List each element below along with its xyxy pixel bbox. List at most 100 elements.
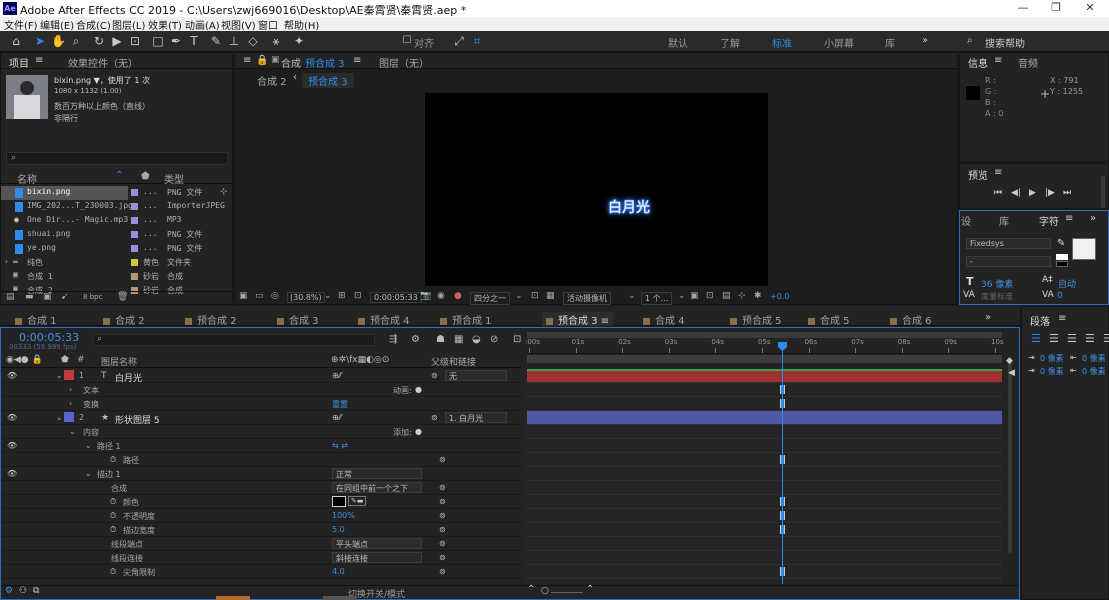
folder-expand-icon[interactable]: › bbox=[4, 257, 9, 266]
lock-icon[interactable]: 🔒 bbox=[256, 55, 268, 66]
expand-icon[interactable]: › bbox=[69, 385, 72, 394]
property-row[interactable]: ⏱ 不透明度 100% ⊚ bbox=[1, 509, 521, 523]
timeline-tab[interactable]: 合成 2 bbox=[103, 312, 145, 327]
project-item[interactable]: shuai.png... PNG 文件 bbox=[1, 228, 231, 242]
magnification-dropdown[interactable]: (30.8%) bbox=[287, 292, 325, 303]
render-icon[interactable]: ➹ bbox=[61, 292, 69, 302]
puppet-tool-icon[interactable]: ✦ bbox=[292, 34, 306, 48]
flowchart-icon[interactable]: ⊹ bbox=[220, 187, 228, 197]
minimize-icon[interactable]: — bbox=[1016, 1, 1030, 14]
zoom-in-icon[interactable]: ⌃ bbox=[586, 584, 594, 595]
pickwhip-icon[interactable]: ⊚ bbox=[431, 371, 438, 380]
timeline-tab[interactable]: 预合成 2 bbox=[185, 312, 237, 327]
layer-row[interactable]: 👁 ⌄ 1 T 白月光 ⊕⁄⁄ ⊚ 无 bbox=[1, 369, 521, 384]
resolution-dropdown[interactable]: 四分之一 bbox=[470, 292, 510, 305]
grid-toggle-icon[interactable]: ⊡ bbox=[354, 291, 362, 301]
justify-left-icon[interactable]: ☰ bbox=[1085, 332, 1095, 345]
visibility-eye-icon[interactable]: 👁 bbox=[7, 371, 17, 380]
camera-dropdown[interactable]: 活动摄像机 bbox=[563, 292, 611, 305]
project-item[interactable]: › ▬ 纯色 黄色 文件夹 bbox=[1, 256, 231, 270]
project-search-input[interactable]: ⌕ bbox=[6, 152, 228, 165]
label-color-swatch[interactable] bbox=[131, 203, 138, 210]
dropdown-arrow-icon[interactable]: ⌄ bbox=[678, 291, 686, 301]
panel-overflow-icon[interactable]: » bbox=[1090, 213, 1096, 224]
dropdown-arrow-icon[interactable]: ⌄ bbox=[515, 291, 523, 301]
font-family-dropdown[interactable]: Fixedsys bbox=[966, 238, 1051, 249]
stroke-color-swatch[interactable] bbox=[332, 496, 346, 507]
align-center-icon[interactable]: ☰ bbox=[1049, 332, 1059, 345]
reset-link[interactable]: 重置 bbox=[332, 399, 348, 410]
tab-effect-controls[interactable]: 效果控件（无） bbox=[68, 55, 138, 70]
keyframe-marker[interactable] bbox=[780, 511, 785, 520]
timeline-tab[interactable]: 合成 3 bbox=[277, 312, 319, 327]
search-help-input[interactable]: 搜索帮助 bbox=[985, 35, 1025, 50]
in-out-toggle-icon[interactable]: ⧉ bbox=[33, 586, 39, 596]
next-frame-icon[interactable]: |▶ bbox=[1045, 188, 1055, 198]
more-workspaces-icon[interactable]: » bbox=[922, 35, 928, 46]
play-icon[interactable]: ▶ bbox=[1029, 188, 1036, 198]
visibility-eye-icon[interactable]: 👁 bbox=[7, 413, 17, 422]
layer-label-color[interactable] bbox=[64, 412, 74, 422]
layer-switches-icon[interactable]: ⊕⁄⁄ bbox=[332, 371, 341, 380]
project-item[interactable]: IMG_202...T_230003.jpg... ImporterJPEG bbox=[1, 200, 231, 214]
trash-icon[interactable]: 🗑 bbox=[117, 292, 128, 302]
keyframe-marker[interactable] bbox=[780, 385, 785, 394]
draft-3d-icon[interactable]: ⚙ bbox=[411, 334, 420, 345]
property-row[interactable]: ⏱ 描边宽度 5.0 ⊚ bbox=[1, 523, 521, 537]
views-dropdown[interactable]: 1 个... bbox=[641, 292, 673, 305]
line-cap-dropdown[interactable]: 平头端点 bbox=[332, 538, 422, 549]
column-type[interactable]: 类型 bbox=[164, 171, 184, 186]
column-parent[interactable]: 父级和链接 bbox=[431, 355, 476, 368]
zoom-slider-handle[interactable]: ○ bbox=[541, 586, 549, 596]
interpret-footage-icon[interactable]: ▤ bbox=[6, 292, 15, 302]
workspace-small-screen[interactable]: 小屏幕 bbox=[824, 35, 854, 50]
glow-text[interactable]: 白月光 bbox=[608, 197, 650, 217]
snapshot-icon[interactable]: 📷 bbox=[420, 291, 431, 301]
stopwatch-icon[interactable]: ⏱ bbox=[110, 455, 116, 465]
menu-file[interactable]: 文件(F) bbox=[4, 17, 38, 32]
pan-behind-tool-icon[interactable]: ⊡ bbox=[128, 34, 142, 48]
label-color-swatch[interactable] bbox=[131, 259, 138, 266]
roto-brush-tool-icon[interactable]: ⚹ bbox=[269, 34, 283, 48]
sort-arrow-icon[interactable]: ⌃ bbox=[115, 170, 123, 181]
project-item[interactable]: ye.png... PNG 文件 bbox=[1, 242, 231, 256]
snap-icon[interactable]: ⤢ bbox=[452, 34, 466, 48]
property-row[interactable]: 👁 ⌄ 描边 1 正常 bbox=[1, 467, 521, 481]
property-row[interactable]: 线段端点 平头端点 ⊚ bbox=[1, 537, 521, 551]
motion-blur-icon[interactable]: ◒ bbox=[472, 334, 481, 345]
selected-file-name[interactable]: bixin.png ▼ bbox=[54, 76, 100, 85]
fill-color-swatch[interactable] bbox=[1072, 238, 1096, 260]
animate-add-icon[interactable]: ● bbox=[415, 385, 422, 394]
exposure-reset-icon[interactable]: ✱ bbox=[754, 291, 762, 301]
keyframe-marker[interactable] bbox=[780, 399, 785, 408]
expand-icon[interactable]: ⌄ bbox=[56, 413, 63, 422]
project-item[interactable]: bixin.png... PNG 文件 bbox=[1, 186, 202, 200]
menu-view[interactable]: 视图(V) bbox=[221, 17, 256, 32]
flowchart-icon[interactable]: ⊹ bbox=[738, 291, 746, 301]
timeline-tab[interactable]: 预合成 1 bbox=[440, 312, 492, 327]
transparency-grid-icon[interactable]: ▦ bbox=[546, 291, 555, 301]
breadcrumb-item[interactable]: 合成 2 bbox=[257, 73, 287, 88]
rotate-tool-icon[interactable]: ↻ bbox=[92, 34, 106, 48]
font-style-dropdown[interactable]: - bbox=[966, 256, 1051, 267]
white-swatch[interactable] bbox=[1056, 254, 1068, 260]
text-tool-icon[interactable]: T bbox=[187, 34, 201, 48]
info-menu-icon[interactable]: ≡ bbox=[994, 55, 1002, 66]
column-layer-name[interactable]: 图层名称 bbox=[101, 355, 137, 368]
viewer-tab-menu-icon[interactable]: ≡ bbox=[353, 55, 361, 66]
workspace-default[interactable]: 默认 bbox=[668, 35, 688, 50]
pickwhip-icon[interactable]: ⊚ bbox=[439, 511, 446, 520]
fast-preview-icon[interactable]: ⊡ bbox=[706, 291, 714, 301]
brush-tool-icon[interactable]: ✎ bbox=[209, 34, 223, 48]
workspace-learn[interactable]: 了解 bbox=[720, 35, 740, 50]
composition-mini-flowchart-icon[interactable]: ⇶ bbox=[389, 334, 397, 345]
leading-value[interactable]: 自动 bbox=[1058, 277, 1076, 290]
indent-right-value[interactable]: 0 像素 bbox=[1082, 353, 1106, 364]
region-icon[interactable]: ◎ bbox=[271, 291, 279, 301]
align-left-icon[interactable]: ☰ bbox=[1031, 332, 1041, 345]
tab-layer[interactable]: 图层（无） bbox=[379, 55, 429, 70]
zoom-slider-track[interactable] bbox=[551, 592, 583, 593]
layer-switches-icon[interactable]: ⊕⁄⁄ bbox=[332, 413, 341, 422]
layer-switches-toggle-icon[interactable]: ⚙ bbox=[5, 586, 13, 596]
menu-layer[interactable]: 图层(L) bbox=[112, 17, 145, 32]
